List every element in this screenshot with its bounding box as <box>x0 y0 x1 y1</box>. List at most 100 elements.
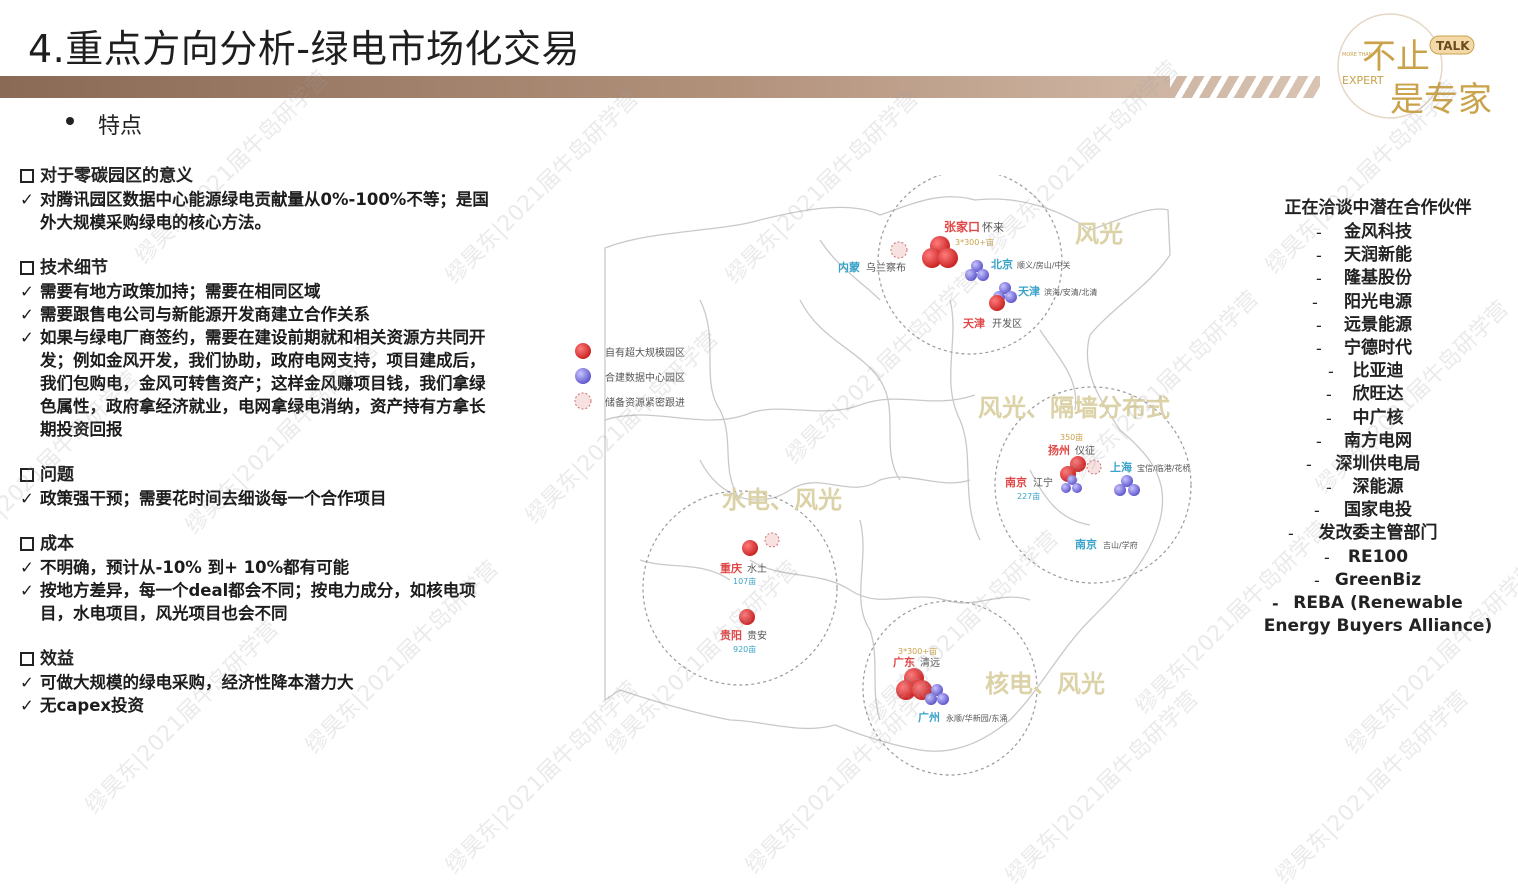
region-label-east: 风光、隔墙分布式 <box>978 394 1170 422</box>
partner-item: - 隆基股份 <box>1258 267 1498 290</box>
checkmark-icon: ✓ <box>20 489 34 508</box>
partner-name: 中广核 <box>1352 407 1404 428</box>
partner-name: REBA (Renewable Energy Buyers Alliance) <box>1263 593 1493 636</box>
partner-name: 天润新能 <box>1344 245 1412 266</box>
svg-text:是专家: 是专家 <box>1390 80 1492 120</box>
joint-site-dot <box>1005 291 1017 303</box>
reserve-site-dot <box>764 532 780 548</box>
checkmark-icon: ✓ <box>20 282 34 301</box>
partner-name: 阳光电源 <box>1344 291 1412 312</box>
legend-label: 合建数据中心园区 <box>605 371 685 384</box>
partner-item: - REBA (Renewable Energy Buyers Alliance… <box>1258 592 1498 638</box>
section-item: 如果与绿电厂商签约，需要在建设前期就和相关资源方共同开发；例如金风开发，我们协助… <box>40 328 486 439</box>
partner-item: - 欣旺达 <box>1258 383 1498 406</box>
joint-site-dot <box>925 693 937 705</box>
section-significance: 对于零碳园区的意义 ✓ 对腾讯园区数据中心能源绿电贡献量从0%-100%不等；是国… <box>20 164 490 234</box>
site-place-label: 乌兰察布 <box>866 261 906 274</box>
partner-name: 欣旺达 <box>1352 384 1404 405</box>
partner-item: - 比亚迪 <box>1258 360 1498 383</box>
legend-red-dot-icon <box>575 343 591 359</box>
partner-item: - 阳光电源 <box>1258 291 1498 314</box>
joint-site-dot <box>1061 483 1071 493</box>
site-city-label: 张家口 <box>944 219 980 234</box>
legend-label: 储备资源紧密跟进 <box>605 396 685 409</box>
partner-name: 远景能源 <box>1344 314 1412 335</box>
checkmark-icon: ✓ <box>20 190 34 209</box>
checkbox-square-icon <box>20 537 34 551</box>
partner-name: 深圳供电局 <box>1335 453 1421 474</box>
site-place-label: 仪征 <box>1075 445 1095 457</box>
site-capacity-label: 107亩 <box>733 576 756 586</box>
section-problems: 问题 ✓ 政策强干预；需要花时间去细谈每一个合作项目 <box>20 463 490 510</box>
legend-blue-dot-icon <box>575 368 591 384</box>
site-place-label: 水土 <box>747 562 767 575</box>
title-divider-bar <box>0 76 1320 98</box>
joint-site-dot <box>977 269 989 281</box>
site-place-label: 贵安 <box>747 629 767 642</box>
brand-logo: 不止 是专家 MORE THAN EXPERT TALK <box>1337 13 1492 120</box>
partner-name: 宁德时代 <box>1344 337 1412 358</box>
section-heading: 对于零碳园区的意义 <box>40 166 193 186</box>
checkbox-square-icon <box>20 652 34 666</box>
own-site-dot <box>739 609 755 625</box>
reserve-site-dot <box>890 241 908 259</box>
bullet-heading: 特点 <box>98 114 143 139</box>
reserve-site-dot <box>1086 459 1102 475</box>
partner-item: - 南方电网 <box>1258 430 1498 453</box>
section-heading: 技术细节 <box>40 258 108 278</box>
section-item: 对腾讯园区数据中心能源绿电贡献量从0%-100%不等；是国外大规模采购绿电的核心… <box>40 190 489 232</box>
section-technical-details: 技术细节 ✓ 需要有地方政策加持；需要在相同区域 ✓ 需要跟售电公司与新能源开发商建… <box>20 256 490 441</box>
partner-item: - 远景能源 <box>1258 314 1498 337</box>
site-place-label: 滨海/安清/北清 <box>1044 287 1097 297</box>
site-city-label: 贵阳 <box>720 628 742 642</box>
partner-name: 隆基股份 <box>1344 268 1412 289</box>
site-city-label: 广东 <box>893 655 915 669</box>
partner-item: - 深能源 <box>1258 476 1498 499</box>
partner-name: GreenBiz <box>1334 569 1422 590</box>
bullet-dot <box>66 117 74 125</box>
site-city-label: 南京 <box>1075 537 1097 551</box>
checkbox-square-icon <box>20 261 34 275</box>
section-heading: 效益 <box>40 649 74 669</box>
section-item: 不明确，预计从-10% 到+ 10%都有可能 <box>40 558 350 577</box>
site-capacity-label: 227亩 <box>1017 491 1040 501</box>
section-item: 需要有地方政策加持；需要在相同区域 <box>40 282 321 301</box>
site-capacity-label: 3*300+亩 <box>955 237 994 247</box>
partner-name: 比亚迪 <box>1352 361 1404 382</box>
checkmark-icon: ✓ <box>20 328 34 347</box>
site-cluster-southwest: 重庆 水土 107亩 贵阳 贵安 920亩 <box>720 532 780 654</box>
checkmark-icon: ✓ <box>20 673 34 692</box>
section-cost: 成本 ✓ 不明确，预计从-10% 到+ 10%都有可能 ✓ 按地方差异，每一个dea… <box>20 532 490 625</box>
site-city-label: 广州 <box>918 710 940 724</box>
section-benefits: 效益 ✓ 可做大规模的绿电采购，经济性降本潜力大 ✓ 无capex投资 <box>20 647 490 717</box>
partner-item: - 发改委主管部门 <box>1258 522 1498 545</box>
region-label-south: 核电、风光 <box>985 670 1105 698</box>
potential-partners-list: 正在洽谈中潜在合作伙伴 - 金风科技 - 天润新能 - 隆基股份 - 阳光电源 - 远景能源 - 宁德… <box>1258 196 1498 638</box>
joint-site-dot <box>1114 484 1126 496</box>
site-city-label: 南京 <box>1005 475 1027 489</box>
site-capacity-label: 3*300+亩 <box>898 646 937 656</box>
title-bar-stripes <box>1170 76 1320 98</box>
china-datacenter-map: 风光 风光、隔墙分布式 水电、风光 核电、风光 自有超大规模园区 合建数据中心园… <box>574 175 1192 776</box>
site-place-label: 宝信/临港/花桥 <box>1137 463 1190 473</box>
partner-item: - 国家电投 <box>1258 499 1498 522</box>
section-item: 无capex投资 <box>40 696 145 715</box>
section-heading: 问题 <box>40 465 74 485</box>
site-capacity-label: 920亩 <box>733 644 756 654</box>
site-city-label: 北京 <box>991 257 1013 271</box>
partner-item: - GreenBiz <box>1258 569 1498 592</box>
partner-name: RE100 <box>1347 546 1409 567</box>
checkbox-square-icon <box>20 468 34 482</box>
site-place-label: 永顺/华新园/东涌 <box>946 713 1007 723</box>
site-city-label: 扬州 <box>1048 443 1070 457</box>
partner-name: 深能源 <box>1352 477 1404 498</box>
joint-site-dot <box>965 269 977 281</box>
joint-site-dot <box>1072 483 1082 493</box>
partner-item: - 天润新能 <box>1258 244 1498 267</box>
site-place-label: 江宁 <box>1033 476 1053 489</box>
map-outline <box>604 196 1171 752</box>
site-city-label: 天津 <box>1018 284 1040 298</box>
partner-name: 发改委主管部门 <box>1318 523 1438 544</box>
site-capacity-label: 350亩 <box>1060 432 1083 442</box>
partner-item: - 深圳供电局 <box>1258 453 1498 476</box>
